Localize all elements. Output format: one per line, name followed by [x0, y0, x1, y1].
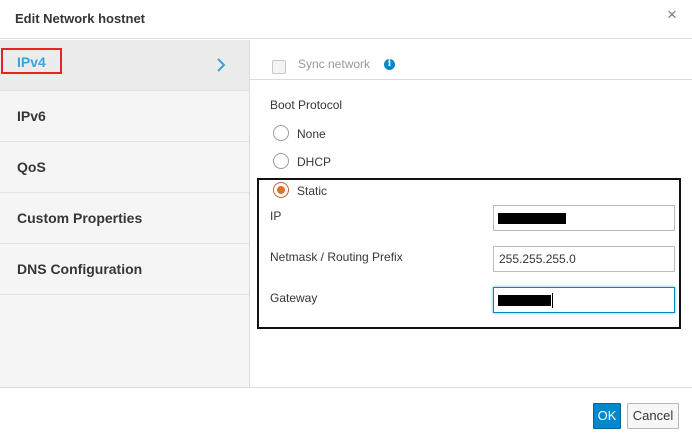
- dialog-title: Edit Network hostnet: [15, 11, 146, 26]
- redacted-gateway-value: [498, 295, 551, 306]
- ip-input[interactable]: [493, 205, 675, 231]
- sidebar-item-custom-properties[interactable]: Custom Properties: [0, 193, 249, 244]
- sync-network-checkbox[interactable]: [272, 60, 286, 74]
- sidebar-item-label: QoS: [17, 159, 46, 175]
- dialog-footer: OK Cancel: [0, 387, 692, 443]
- boot-protocol-static-label: Static: [297, 184, 328, 198]
- netmask-label: Netmask / Routing Prefix: [270, 250, 403, 264]
- netmask-input[interactable]: 255.255.255.0: [493, 246, 675, 272]
- gateway-label: Gateway: [270, 291, 318, 305]
- text-caret: [552, 293, 553, 308]
- edit-network-dialog: Edit Network hostnet × IPv4 IPv6 QoS Cus…: [0, 0, 692, 443]
- ok-button[interactable]: OK: [593, 403, 621, 429]
- netmask-value: 255.255.255.0: [499, 252, 576, 266]
- boot-protocol-dhcp-label: DHCP: [297, 155, 332, 169]
- sidebar-item-label: Custom Properties: [17, 210, 143, 226]
- ip-label: IP: [270, 209, 282, 223]
- chevron-right-icon: [217, 58, 226, 72]
- sidebar-item-dns-configuration[interactable]: DNS Configuration: [0, 244, 249, 295]
- sidebar-item-ipv6[interactable]: IPv6: [0, 91, 249, 142]
- sidebar: IPv4 IPv6 QoS Custom Properties DNS Conf…: [0, 40, 250, 387]
- boot-protocol-dhcp-radio[interactable]: [273, 153, 289, 169]
- ipv4-panel: Sync network i Boot Protocol None DHCP S…: [250, 40, 692, 387]
- sidebar-item-label: IPv6: [17, 108, 46, 124]
- info-icon[interactable]: i: [384, 59, 395, 70]
- sidebar-item-label: IPv4: [17, 54, 46, 70]
- sidebar-item-ipv4[interactable]: IPv4: [0, 40, 249, 91]
- sync-network-label: Sync network: [298, 57, 371, 71]
- redacted-ip-value: [498, 213, 566, 224]
- cancel-button[interactable]: Cancel: [627, 403, 679, 429]
- sidebar-item-qos[interactable]: QoS: [0, 142, 249, 193]
- close-icon[interactable]: ×: [664, 6, 680, 24]
- boot-protocol-label: Boot Protocol: [270, 98, 343, 112]
- gateway-input[interactable]: [493, 287, 675, 313]
- boot-protocol-none-label: None: [297, 127, 326, 141]
- boot-protocol-none-radio[interactable]: [273, 125, 289, 141]
- dialog-header: Edit Network hostnet ×: [0, 0, 692, 39]
- sync-network-row: Sync network i: [250, 40, 692, 80]
- sidebar-item-label: DNS Configuration: [17, 261, 143, 277]
- boot-protocol-static-radio[interactable]: [273, 182, 289, 198]
